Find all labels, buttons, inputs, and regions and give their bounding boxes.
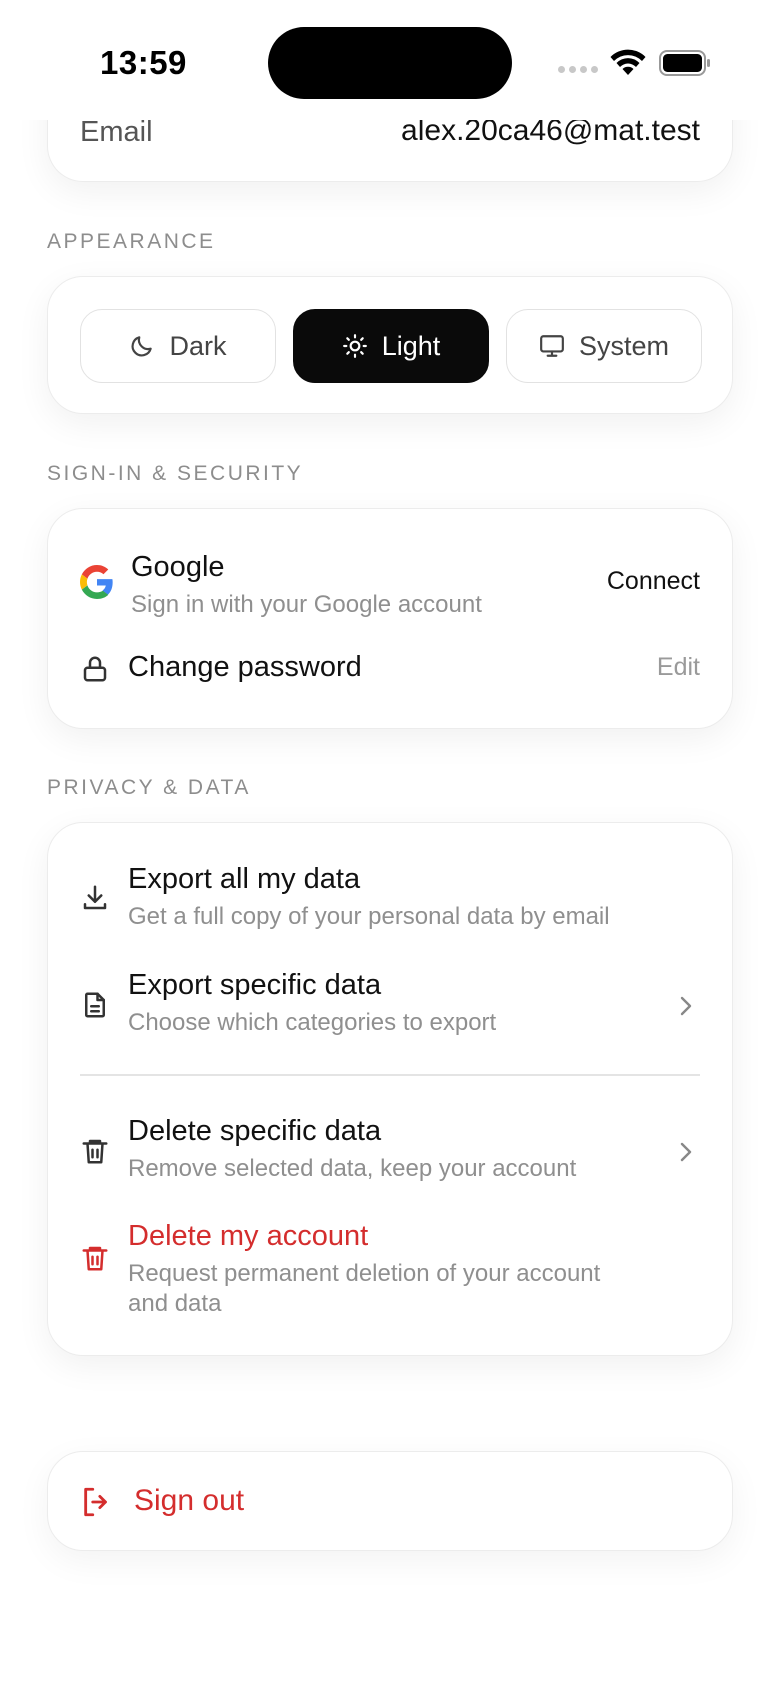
- google-connect-button[interactable]: Connect: [607, 567, 700, 596]
- dynamic-island: [268, 27, 512, 99]
- export-specific-data-row[interactable]: Export specific data Choose which catego…: [80, 969, 700, 1049]
- privacy-card: Export all my data Get a full copy of yo…: [47, 822, 733, 1356]
- wifi-icon: [610, 49, 646, 75]
- privacy-section-label: PRIVACY & DATA: [47, 776, 251, 799]
- export-specific-subtitle: Choose which categories to export: [128, 1009, 497, 1036]
- theme-light-button[interactable]: Light: [293, 309, 489, 383]
- appearance-section-label: APPEARANCE: [47, 230, 216, 253]
- moon-icon: [132, 336, 153, 357]
- sign-out-label: Sign out: [134, 1484, 245, 1517]
- chevron-right-icon: [680, 996, 692, 1016]
- export-specific-title: Export specific data: [128, 969, 382, 1001]
- change-password-row[interactable]: Change password Edit: [80, 647, 700, 697]
- export-all-subtitle: Get a full copy of your personal data by…: [128, 903, 610, 930]
- download-icon: [83, 885, 107, 910]
- status-time: 13:59: [100, 44, 187, 81]
- appearance-card: Dark Light System: [47, 276, 733, 414]
- delete-specific-data-row[interactable]: Delete specific data Remove selected dat…: [80, 1115, 700, 1195]
- monitor-icon: [540, 335, 564, 357]
- export-all-data-row[interactable]: Export all my data Get a full copy of yo…: [80, 863, 700, 943]
- trash-icon: [82, 1139, 108, 1164]
- delete-specific-subtitle: Remove selected data, keep your account: [128, 1155, 577, 1182]
- google-title: Google: [131, 551, 225, 583]
- cellular-signal-icon: [558, 66, 598, 73]
- theme-dark-label: Dark: [169, 330, 227, 361]
- export-all-title: Export all my data: [128, 863, 361, 895]
- document-icon: [85, 992, 105, 1018]
- delete-account-subtitle-line2: and data: [128, 1290, 222, 1317]
- google-logo-icon: [80, 565, 113, 599]
- logout-icon: [84, 1487, 107, 1517]
- theme-system-button[interactable]: System: [506, 309, 702, 383]
- security-card: Google Sign in with your Google account …: [47, 508, 733, 729]
- lock-icon: [83, 656, 107, 682]
- delete-account-subtitle-line1: Request permanent deletion of your accou…: [128, 1260, 601, 1287]
- email-label: Email: [80, 116, 153, 148]
- battery-icon: [659, 50, 710, 76]
- sign-out-button[interactable]: Sign out: [47, 1451, 733, 1551]
- theme-system-label: System: [578, 330, 670, 361]
- security-section-label: SIGN-IN & SECURITY: [47, 462, 304, 485]
- chevron-right-icon: [680, 1142, 692, 1162]
- status-bar: 13:59: [0, 0, 780, 120]
- change-password-edit-button[interactable]: Edit: [657, 653, 700, 682]
- google-subtitle: Sign in with your Google account: [131, 591, 482, 618]
- delete-account-title: Delete my account: [128, 1220, 369, 1252]
- section-divider: [80, 1074, 700, 1076]
- google-connect-row[interactable]: Google Sign in with your Google account …: [80, 551, 700, 621]
- theme-dark-button[interactable]: Dark: [80, 309, 276, 383]
- delete-specific-title: Delete specific data: [128, 1115, 382, 1147]
- trash-icon: [82, 1246, 108, 1271]
- theme-light-label: Light: [381, 330, 441, 361]
- change-password-title: Change password: [128, 651, 362, 683]
- delete-account-row[interactable]: Delete my account Request permanent dele…: [80, 1220, 700, 1324]
- sun-icon: [342, 334, 367, 358]
- settings-page: 13:59 Email alex.20ca46@mat.test APPEARA…: [0, 0, 780, 1696]
